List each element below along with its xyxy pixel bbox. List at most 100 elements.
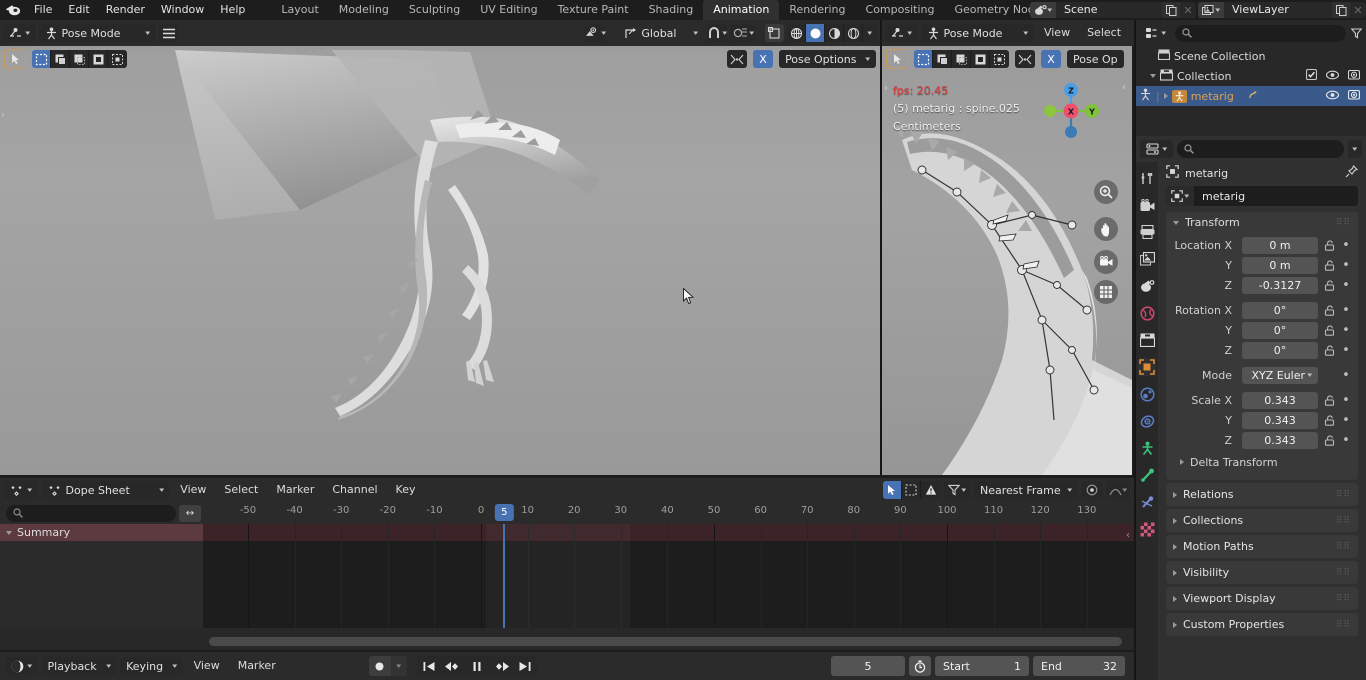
side-editor-type-button[interactable]: ▾ (885, 24, 918, 42)
prop-value[interactable]: -0.3127 (1242, 276, 1318, 294)
animate-dot-icon[interactable]: • (1340, 368, 1352, 383)
outliner-filter-icon[interactable] (1349, 24, 1363, 42)
prev-keyframe-icon[interactable] (441, 656, 465, 676)
outliner-search-input[interactable] (1174, 24, 1346, 42)
prop-row-location-x[interactable]: Location X 0 m • (1166, 235, 1358, 255)
panel-motion-paths[interactable]: Motion Paths ⠿⠿ (1166, 535, 1358, 558)
lock-icon[interactable] (1322, 239, 1336, 251)
show-hidden-icon[interactable] (902, 481, 921, 499)
select-mode-group[interactable] (32, 50, 127, 68)
only-selected-icon[interactable] (883, 481, 902, 499)
mode-selector[interactable]: Pose Mode ▾ (38, 24, 156, 42)
side-select-set-icon[interactable] (914, 50, 933, 68)
side-pose-options-button[interactable]: Pose Op (1067, 50, 1124, 68)
dopesheet-menu-channel[interactable]: Channel (325, 481, 384, 499)
tweak-tool-icon[interactable] (4, 49, 26, 69)
chevron-right-icon[interactable] (1173, 621, 1177, 628)
side-select-subtract-icon[interactable] (952, 50, 971, 68)
eye-icon[interactable] (1325, 70, 1340, 83)
tab-texture-icon[interactable] (1138, 520, 1156, 538)
panel-transform[interactable]: Transform ⠿⠿ Location X 0 m • Y 0 m • Z … (1166, 212, 1358, 480)
scene-icon[interactable]: ▾ (1030, 2, 1056, 18)
tab-texture-paint[interactable]: Texture Paint (548, 0, 639, 20)
playback-menu[interactable]: Playback ▾ (41, 657, 117, 675)
tab-modifier-icon[interactable] (1138, 385, 1156, 403)
chevron-right-icon[interactable] (1180, 459, 1184, 465)
lock-icon[interactable] (1322, 324, 1336, 336)
jump-end-icon[interactable] (513, 656, 537, 676)
viewlayer-icon[interactable]: ▾ (1198, 2, 1224, 18)
lock-icon[interactable] (1322, 414, 1336, 426)
tab-rendering[interactable]: Rendering (779, 0, 855, 20)
properties-tab-column[interactable] (1136, 162, 1158, 680)
menu-window[interactable]: Window (153, 0, 212, 20)
dopesheet-hscrollbar[interactable] (203, 637, 1128, 646)
lock-icon[interactable] (1322, 259, 1336, 271)
frame-end-field[interactable]: End 32 (1033, 656, 1125, 676)
disclosure-triangle-icon[interactable] (1163, 93, 1168, 99)
dopesheet-filter-toggles[interactable] (883, 481, 940, 499)
checkbox-icon[interactable] (1305, 68, 1318, 83)
viewlayer-new-icon[interactable] (1332, 2, 1350, 18)
dopesheet-keyframe-area[interactable] (203, 524, 1134, 628)
show-errors-icon[interactable] (921, 481, 940, 499)
lock-icon[interactable] (1322, 304, 1336, 316)
chevron-right-icon[interactable] (1173, 543, 1177, 550)
dopesheet-filter-icon[interactable]: ▾ (944, 481, 970, 499)
scene-unlink-icon[interactable]: ✕ (1180, 2, 1196, 18)
pose-icon[interactable] (1248, 89, 1260, 103)
tab-tool-icon[interactable] (1138, 169, 1156, 187)
prop-row-rotation-x[interactable]: Rotation X 0° • (1166, 300, 1358, 320)
tab-modeling[interactable]: Modeling (329, 0, 399, 20)
panel-transform-header[interactable]: Transform ⠿⠿ (1166, 212, 1358, 233)
auto-key-timer-icon[interactable] (909, 656, 931, 676)
dopesheet-menu-marker[interactable]: Marker (269, 481, 321, 499)
panel-collections[interactable]: Collections ⠿⠿ (1166, 509, 1358, 532)
falloff-icon[interactable]: ▾ (1106, 481, 1130, 499)
animate-dot-icon[interactable]: • (1340, 413, 1352, 428)
prop-row-location-z[interactable]: Z -0.3127 • (1166, 275, 1358, 295)
tab-shading[interactable]: Shading (639, 0, 704, 20)
dopesheet-ruler[interactable]: -50 -40 -30 -20 -10 0 10 20 30 40 50 60 70 80 90 100 110… (203, 502, 1134, 524)
tab-object-icon[interactable] (1138, 358, 1156, 376)
animate-dot-icon[interactable]: • (1340, 343, 1352, 358)
playhead[interactable] (503, 524, 506, 628)
tab-collection-icon[interactable] (1138, 331, 1156, 349)
menu-edit[interactable]: Edit (60, 0, 97, 20)
prop-value[interactable]: 0° (1242, 301, 1318, 319)
chevron-down-icon[interactable] (1173, 220, 1179, 225)
panel-relations[interactable]: Relations ⠿⠿ (1166, 483, 1358, 506)
grid-icon[interactable] (1094, 280, 1118, 304)
timeline-editor-type-button[interactable]: ▾ (5, 657, 38, 675)
properties-search-input[interactable] (1176, 140, 1344, 158)
transport-controls[interactable] (416, 656, 537, 676)
properties-options-icon[interactable]: ▾ (1348, 140, 1362, 158)
shading-material-preview-icon[interactable] (825, 24, 844, 42)
current-frame-field[interactable]: 5 (831, 656, 905, 676)
tab-layout[interactable]: Layout (271, 0, 328, 20)
pan-icon[interactable] (1094, 217, 1118, 241)
shading-solid-icon[interactable] (806, 24, 825, 42)
play-pause-icon[interactable] (465, 656, 489, 676)
tab-constraint-icon[interactable] (1138, 439, 1156, 457)
prop-value[interactable]: 0 m (1242, 236, 1318, 254)
shading-modes[interactable]: ▾ (787, 24, 877, 42)
dopesheet-sidebar-arrow[interactable]: ‹ (1126, 530, 1130, 541)
properties-editor[interactable]: ▾ ▾ metarig ▾ metarig Transform ⠿⠿ Locat… (1136, 136, 1366, 680)
camera-icon[interactable] (1347, 89, 1361, 103)
tab-compositing[interactable]: Compositing (856, 0, 945, 20)
animate-dot-icon[interactable]: • (1340, 258, 1352, 273)
prop-row-scale-z[interactable]: Z 0.343 • (1166, 430, 1358, 450)
side-x-mirror-icon[interactable] (1015, 50, 1035, 68)
side-select-intersect-icon[interactable] (990, 50, 1009, 68)
tab-sculpting[interactable]: Sculpting (399, 0, 470, 20)
proportional-edit-toggle[interactable] (1082, 481, 1102, 499)
sidebar-expand-arrow[interactable]: › (1, 110, 5, 121)
lock-icon[interactable] (1322, 434, 1336, 446)
snap-icon[interactable]: ▾ (707, 24, 727, 42)
eye-icon[interactable] (1325, 90, 1340, 103)
menu-render[interactable]: Render (98, 0, 153, 20)
dopesheet-menu-key[interactable]: Key (389, 481, 423, 499)
side-sidebar-expand-arrow[interactable]: › (884, 83, 888, 94)
select-extend-icon[interactable] (51, 50, 70, 68)
